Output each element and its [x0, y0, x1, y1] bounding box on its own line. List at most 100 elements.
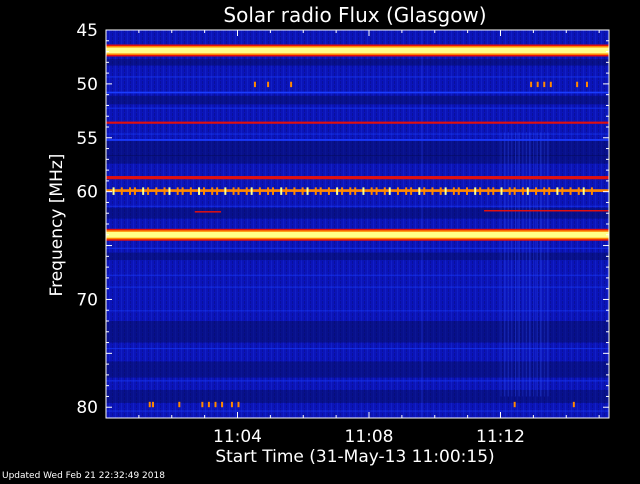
x-axis-label: Start Time (31-May-13 11:00:15) [215, 447, 494, 467]
burst-mark [487, 187, 490, 195]
faint-line [106, 107, 609, 109]
burst-mark [198, 187, 201, 195]
burst-mark [319, 187, 322, 195]
y-tick-label: 60 [76, 183, 98, 203]
burst-mark [508, 187, 511, 195]
burst-mark [362, 187, 365, 195]
faint-line [106, 410, 609, 412]
burst-mark [572, 401, 575, 408]
burst-mark [500, 187, 503, 195]
burst-mark [375, 187, 378, 195]
burst-mark [431, 187, 434, 195]
burst-mark [272, 187, 275, 195]
burst-mark [245, 187, 248, 195]
burst-mark [383, 187, 386, 195]
spectrogram-svg: Solar radio Flux (Glasgow) 455055607080 … [2, 3, 610, 481]
burst-mark [543, 81, 546, 88]
burst-mark [207, 401, 210, 408]
background-band [106, 59, 609, 66]
burst-mark [189, 187, 192, 195]
burst-mark [513, 187, 516, 195]
burst-mark [569, 187, 572, 195]
interference-stripe [421, 30, 423, 418]
interference-stripe [547, 132, 549, 397]
burst-mark [250, 187, 253, 195]
burst-mark [439, 187, 442, 195]
burst-mark [561, 187, 564, 195]
burst-mark [133, 187, 136, 195]
burst-mark [155, 187, 158, 195]
burst-mark [178, 401, 181, 408]
emission-band [106, 91, 609, 94]
burst-mark [258, 187, 261, 195]
y-tick-label: 50 [76, 75, 98, 95]
burst-mark [327, 187, 330, 195]
burst-mark [556, 187, 559, 195]
updated-timestamp: Updated Wed Feb 21 22:32:49 2018 [2, 471, 165, 480]
burst-mark [530, 81, 533, 88]
burst-mark [285, 187, 288, 195]
burst-mark [418, 187, 421, 195]
burst-mark [237, 187, 240, 195]
burst-mark [168, 187, 171, 195]
burst-mark [452, 187, 455, 195]
burst-mark [267, 81, 270, 88]
burst-mark [211, 187, 214, 195]
burst-mark [526, 187, 529, 195]
burst-mark [148, 401, 151, 408]
burst-mark [224, 187, 227, 195]
burst-mark [230, 401, 233, 408]
burst-mark [388, 187, 391, 195]
background-band [106, 95, 609, 105]
emission-band [106, 47, 609, 54]
emission-band [106, 231, 609, 238]
burst-mark [202, 187, 205, 195]
interference-stripe [533, 132, 535, 397]
burst-mark [314, 187, 317, 195]
burst-mark [267, 187, 270, 195]
burst-mark [163, 187, 166, 195]
x-tick-label: 11:08 [345, 427, 394, 447]
burst-mark [201, 401, 204, 408]
burst-mark [370, 187, 373, 195]
burst-mark [301, 187, 304, 195]
interference-stripe [540, 132, 542, 397]
x-tick-label: 11:04 [213, 427, 262, 447]
interference-stripe [529, 132, 531, 397]
burst-mark [253, 81, 256, 88]
burst-mark [120, 187, 123, 195]
burst-mark [548, 187, 551, 195]
y-tick-label: 45 [76, 21, 98, 41]
burst-mark [112, 187, 115, 195]
interference-stripe [522, 132, 524, 397]
burst-mark [492, 187, 495, 195]
plot-area [106, 30, 609, 418]
interference-stripe [511, 132, 513, 397]
burst-mark [536, 81, 539, 88]
burst-mark [216, 187, 219, 195]
y-tick-label: 55 [76, 129, 98, 149]
burst-mark [290, 81, 293, 88]
burst-mark [336, 187, 339, 195]
burst-mark [457, 187, 460, 195]
y-tick-label: 70 [76, 290, 98, 310]
spectrogram-chart: Solar radio Flux (Glasgow) 45 50 55 60 70 80 … [0, 0, 640, 481]
burst-mark [237, 401, 240, 408]
burst-mark [396, 187, 399, 195]
burst-mark [590, 187, 593, 195]
burst-mark [576, 81, 579, 88]
interference-stripe [500, 132, 502, 397]
burst-mark [423, 187, 426, 195]
burst-mark [354, 187, 357, 195]
emission-band [106, 189, 609, 192]
burst-mark [585, 81, 588, 88]
burst-mark [280, 187, 283, 195]
burst-mark [444, 187, 447, 195]
interference-stripe [514, 132, 516, 397]
interference-stripe [504, 132, 506, 397]
burst-mark [152, 401, 155, 408]
burst-mark [293, 187, 296, 195]
y-tick-label: 80 [76, 398, 98, 418]
burst-mark [577, 187, 580, 195]
burst-streak [194, 211, 222, 213]
